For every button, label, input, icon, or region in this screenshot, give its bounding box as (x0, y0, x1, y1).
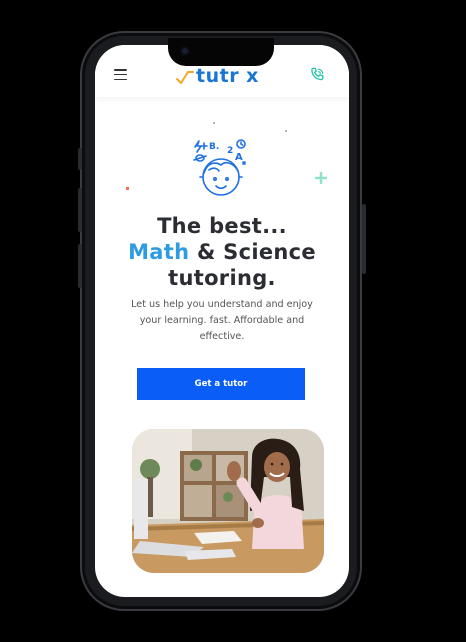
volume-up-button (78, 188, 82, 232)
logo-check-icon (176, 71, 194, 84)
phone-call-icon[interactable] (310, 67, 325, 82)
hero-title-line3: tutoring. (168, 266, 276, 290)
hamburger-menu-icon[interactable] (114, 69, 127, 81)
hero-title-accent: Math (128, 240, 190, 264)
photo-illustration (132, 429, 324, 573)
front-camera (180, 46, 190, 56)
logo-text: tutr x (196, 65, 259, 87)
phone-screen: tutr x B. 2 A The best... Math & Science… (95, 45, 349, 597)
decor-dot (126, 187, 129, 190)
svg-text:A: A (235, 152, 243, 163)
mute-switch (78, 148, 82, 170)
decor-dot (285, 130, 287, 132)
decor-dot (213, 122, 215, 124)
hero-subtitle: Let us help you understand and enjoy you… (131, 299, 313, 342)
get-a-tutor-button[interactable]: Get a tutor (137, 368, 305, 400)
hero-title: The best... Math & Science tutoring. (95, 213, 349, 291)
girl-waving-at-laptop-photo (132, 429, 324, 573)
hero-title-line2-rest: & Science (189, 240, 316, 264)
plus-sparkle-icon (315, 172, 327, 184)
site-logo[interactable]: tutr x (176, 64, 259, 86)
volume-down-button (78, 244, 82, 288)
student-math-icon: B. 2 A (193, 139, 246, 196)
svg-text:B.: B. (209, 142, 219, 152)
power-button (362, 204, 366, 274)
svg-text:2: 2 (227, 146, 233, 156)
hero-title-line1: The best... (157, 214, 287, 238)
hero-title-line2: Math & Science (95, 239, 349, 265)
